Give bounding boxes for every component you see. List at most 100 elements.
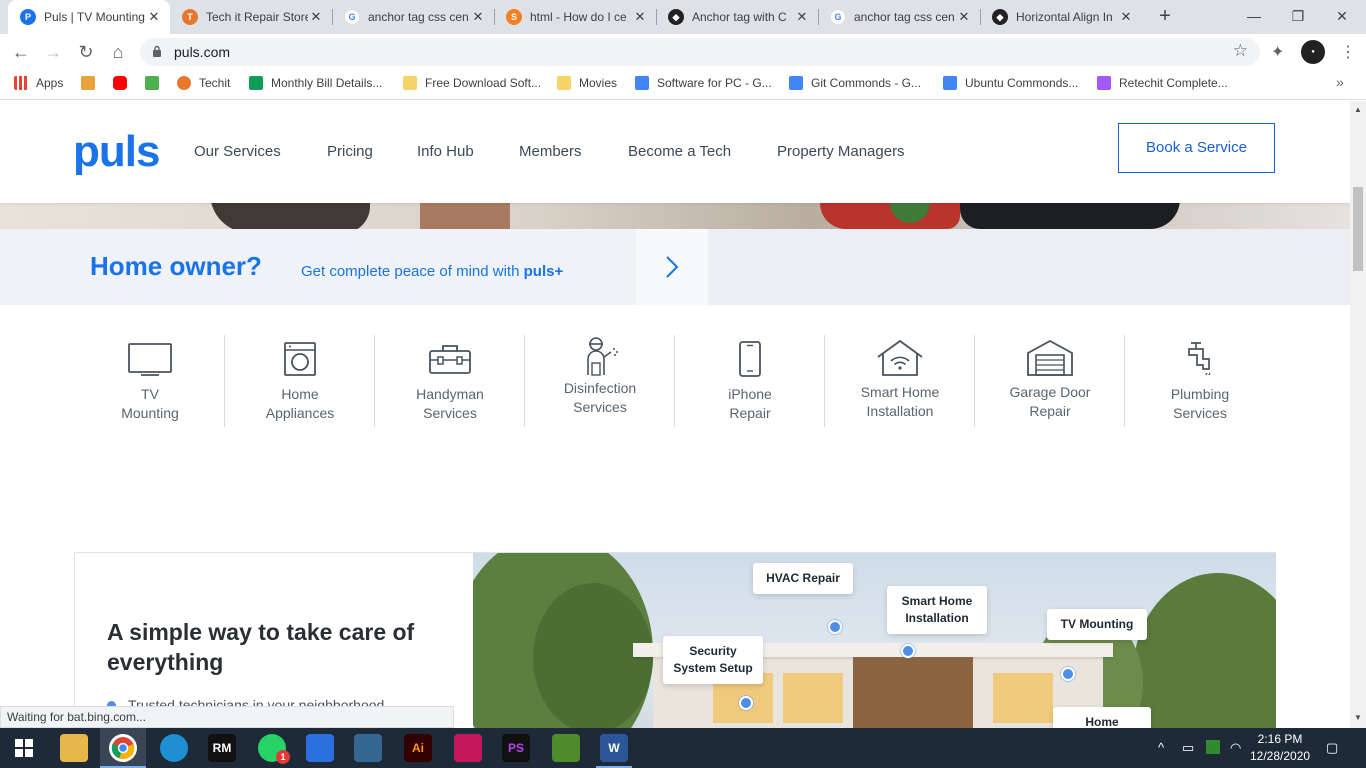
docs-icon [943, 76, 957, 90]
service-disinfection[interactable]: Disinfection Services [525, 335, 675, 427]
close-tab-icon[interactable]: ✕ [470, 9, 486, 25]
callout-tv-mounting[interactable]: TV Mounting [1047, 609, 1147, 640]
bookmark-green[interactable] [145, 76, 167, 90]
service-iphone-repair[interactable]: iPhone Repair [675, 335, 825, 427]
battery-icon[interactable]: ▭ [1182, 740, 1194, 756]
tab-title: anchor tag css cen [854, 10, 955, 24]
security-pin-icon[interactable] [739, 696, 753, 710]
bookmark-monthly-bill[interactable]: Monthly Bill Details... [249, 76, 382, 90]
windows-start-icon[interactable] [10, 734, 38, 762]
tab-codepen[interactable]: ◆ Anchor tag with C ✕ [656, 0, 818, 34]
callout-security-system[interactable]: Security System Setup [663, 636, 763, 684]
tab-codepen-2[interactable]: ◆ Horizontal Align In ✕ [980, 0, 1142, 34]
homeowner-subtitle-text: Get complete peace of mind with [301, 263, 524, 280]
menu-kebab-icon[interactable]: ⋮ [1340, 42, 1356, 62]
postgresql-icon[interactable] [354, 734, 382, 762]
scroll-up-icon[interactable]: ▲ [1354, 105, 1362, 114]
close-tab-icon[interactable]: ✕ [794, 9, 810, 25]
forward-arrow-icon[interactable]: → [41, 40, 65, 64]
back-arrow-icon[interactable]: ← [9, 40, 33, 64]
bookmark-youtube[interactable] [113, 76, 135, 90]
puls-logo[interactable]: puls [73, 127, 160, 177]
house-illustration: HVAC Repair Smart Home Installation TV M… [473, 553, 1276, 728]
reload-icon[interactable]: ↻ [74, 40, 98, 64]
tab-stackoverflow[interactable]: S html - How do I ce ✕ [494, 0, 656, 34]
notification-icon[interactable]: ▢ [1326, 740, 1338, 756]
taskbar-clock[interactable]: 2:16 PM 12/28/2020 [1250, 731, 1310, 765]
nav-our-services[interactable]: Our Services [194, 143, 281, 160]
chrome-icon[interactable] [109, 734, 137, 762]
wifi-icon[interactable]: ◠ [1230, 740, 1241, 756]
tab-puls[interactable]: P Puls | TV Mounting ✕ [8, 0, 170, 34]
nav-pricing[interactable]: Pricing [327, 143, 373, 160]
word-icon[interactable]: W [600, 734, 628, 762]
google-favicon-icon: G [830, 9, 846, 25]
tv-mounting-pin-icon[interactable] [1061, 667, 1075, 681]
nav-become-a-tech[interactable]: Become a Tech [628, 143, 731, 160]
hvac-pin-icon[interactable] [828, 620, 842, 634]
bookmark-techit[interactable]: Techit [177, 76, 230, 90]
bookmark-free-download[interactable]: Free Download Soft... [403, 76, 541, 90]
bookmark-apps[interactable]: Apps [14, 76, 63, 90]
callout-hvac-repair[interactable]: HVAC Repair [753, 563, 853, 594]
bookmark-software-pc[interactable]: Software for PC - G... [635, 76, 772, 90]
book-a-service-button[interactable]: Book a Service [1118, 123, 1275, 173]
faucet-icon [1188, 342, 1211, 376]
new-tab-button[interactable]: + [1154, 5, 1176, 27]
service-home-appliances[interactable]: Home Appliances [225, 335, 375, 427]
browser-toolbar: ← → ↻ ⌂ puls.com ☆ ✦ [0, 34, 1366, 70]
bookmark-retechit[interactable]: Retechit Complete... [1097, 76, 1228, 90]
smart-home-pin-icon[interactable] [901, 644, 915, 658]
nav-info-hub[interactable]: Info Hub [417, 143, 474, 160]
bookmark-ubuntu-commonds[interactable]: Ubuntu Commonds... [943, 76, 1078, 90]
bookmark-pma[interactable] [81, 76, 103, 90]
service-label: TV Mounting [121, 386, 179, 421]
nav-property-managers[interactable]: Property Managers [777, 143, 905, 160]
close-tab-icon[interactable]: ✕ [956, 9, 972, 25]
close-tab-icon[interactable]: ✕ [632, 9, 648, 25]
restore-button[interactable]: ❐ [1276, 0, 1320, 34]
close-tab-icon[interactable]: ✕ [308, 9, 324, 25]
page-scrollbar[interactable]: ▲ ▼ [1350, 101, 1366, 728]
edge-icon[interactable] [160, 734, 188, 762]
tab-techit[interactable]: T Tech it Repair Store ✕ [170, 0, 332, 34]
service-smart-home[interactable]: Smart Home Installation [825, 335, 975, 427]
bookmarks-overflow-icon[interactable]: » [1336, 74, 1344, 90]
tray-chevron-up-icon[interactable]: ^ [1158, 740, 1164, 755]
rubymine-icon[interactable]: RM [208, 734, 236, 762]
browser-tab-strip: P Puls | TV Mounting ✕ T Tech it Repair … [0, 0, 1366, 34]
homeowner-subtitle[interactable]: Get complete peace of mind with puls+ [301, 263, 563, 280]
illustrator-icon[interactable]: Ai [404, 734, 432, 762]
callout-home[interactable]: Home [1053, 707, 1151, 728]
callout-smart-home[interactable]: Smart Home Installation [887, 586, 987, 634]
nav-members[interactable]: Members [519, 143, 582, 160]
site-header: puls Our Services Pricing Info Hub Membe… [0, 101, 1350, 203]
file-explorer-icon[interactable] [60, 734, 88, 762]
service-plumbing[interactable]: Plumbing Services [1125, 335, 1275, 427]
webstorm-icon[interactable] [454, 734, 482, 762]
tray-app-icon[interactable] [1206, 740, 1220, 754]
tab-google-search[interactable]: G anchor tag css cen ✕ [332, 0, 494, 34]
service-tv-mounting[interactable]: TV Mounting [75, 335, 225, 427]
phpstorm-icon[interactable]: PS [502, 734, 530, 762]
profile-avatar[interactable]: ● [1301, 40, 1325, 64]
scrollbar-thumb[interactable] [1353, 187, 1363, 271]
close-window-button[interactable]: ✕ [1320, 0, 1364, 34]
service-garage-door[interactable]: Garage Door Repair [975, 335, 1125, 427]
scroll-down-icon[interactable]: ▼ [1354, 713, 1362, 722]
whatsapp-icon[interactable]: 1 [258, 734, 290, 764]
homeowner-arrow-button[interactable] [636, 229, 708, 305]
minimize-button[interactable]: — [1232, 0, 1276, 34]
bookmark-movies[interactable]: Movies [557, 76, 617, 90]
close-tab-icon[interactable]: ✕ [1118, 9, 1134, 25]
chart-app-icon[interactable] [552, 734, 580, 762]
extensions-puzzle-icon[interactable]: ✦ [1271, 42, 1284, 62]
bookmark-git-commonds[interactable]: Git Commonds - G... [789, 76, 921, 90]
address-bar[interactable]: puls.com ☆ [140, 38, 1260, 66]
app-blue-icon[interactable] [306, 734, 334, 762]
tab-google-search-2[interactable]: G anchor tag css cen ✕ [818, 0, 980, 34]
close-tab-icon[interactable]: ✕ [146, 9, 162, 25]
bookmark-star-icon[interactable]: ☆ [1233, 41, 1248, 61]
home-icon[interactable]: ⌂ [106, 40, 130, 64]
service-handyman[interactable]: Handyman Services [375, 335, 525, 427]
